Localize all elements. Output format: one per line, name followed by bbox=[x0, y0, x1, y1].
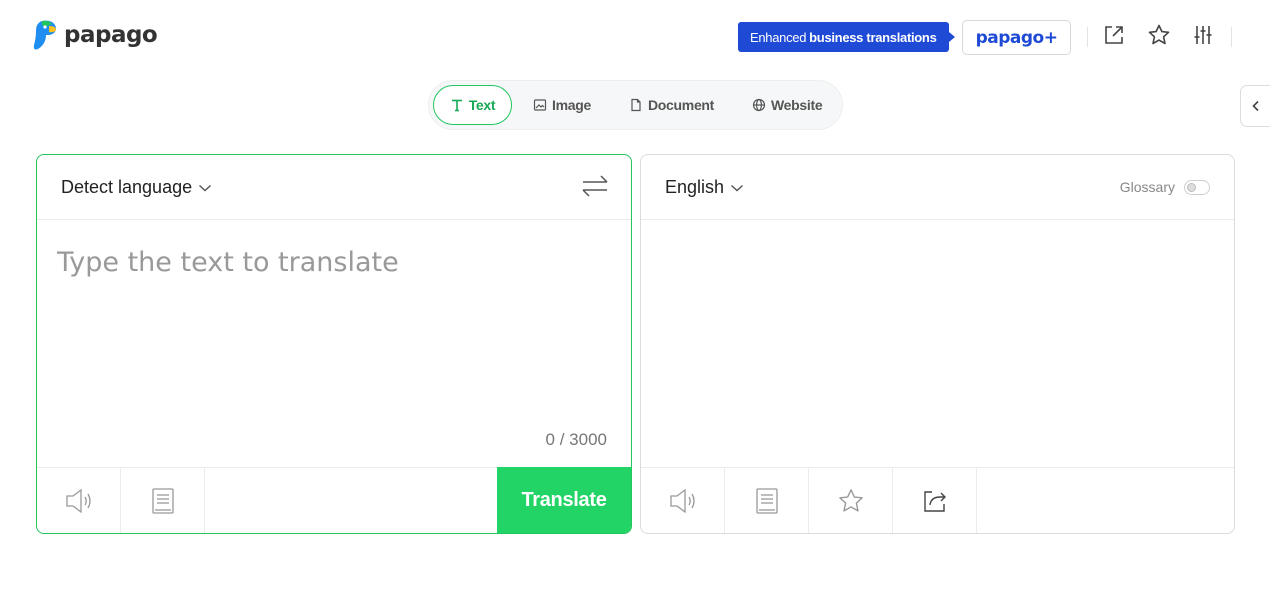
tab-text[interactable]: Text bbox=[433, 85, 512, 125]
speaker-icon bbox=[669, 488, 695, 513]
source-panel-header: Detect language bbox=[37, 155, 631, 220]
promo-bold-text: business translations bbox=[809, 29, 937, 45]
tab-website[interactable]: Website bbox=[752, 85, 823, 125]
translation-output bbox=[661, 235, 1214, 455]
promo-prefix: Enhanced bbox=[750, 29, 807, 45]
source-language-label: Detect language bbox=[61, 177, 193, 197]
source-listen-button[interactable] bbox=[37, 468, 121, 533]
star-icon[interactable] bbox=[1146, 22, 1172, 48]
open-new-window-icon[interactable] bbox=[1101, 22, 1127, 48]
settings-sliders-icon[interactable] bbox=[1190, 22, 1216, 48]
copy-document-icon bbox=[151, 487, 174, 514]
image-icon bbox=[533, 99, 547, 111]
target-share-button[interactable] bbox=[893, 468, 977, 533]
mode-tabs: Text Image Document Website bbox=[428, 80, 843, 130]
target-copy-button[interactable] bbox=[725, 468, 809, 533]
tab-label: Image bbox=[552, 97, 591, 113]
header-divider bbox=[1087, 27, 1088, 47]
papago-parrot-icon bbox=[33, 20, 56, 50]
target-panel: English Glossary bbox=[640, 154, 1235, 534]
star-icon bbox=[838, 488, 863, 512]
chevron-down-icon bbox=[731, 184, 744, 191]
target-panel-header: English Glossary bbox=[641, 155, 1234, 220]
business-translations-promo[interactable]: Enhanced business translations bbox=[738, 22, 955, 52]
papago-plus-button[interactable]: papago+ bbox=[962, 20, 1071, 55]
toggle-knob bbox=[1187, 182, 1196, 192]
source-panel: Detect language 0 / 3000 bbox=[36, 154, 632, 534]
target-language-label: English bbox=[665, 177, 725, 197]
chevron-left-icon bbox=[1252, 100, 1259, 112]
globe-icon bbox=[752, 98, 766, 112]
target-favorite-button[interactable] bbox=[809, 468, 893, 533]
target-listen-button[interactable] bbox=[641, 468, 725, 533]
tab-image[interactable]: Image bbox=[533, 85, 591, 125]
logo-text: papago bbox=[64, 22, 158, 48]
chevron-down-icon bbox=[199, 184, 212, 191]
side-panel-toggle[interactable] bbox=[1240, 85, 1270, 127]
tab-document[interactable]: Document bbox=[629, 85, 714, 125]
character-counter: 0 / 3000 bbox=[545, 430, 607, 449]
share-icon bbox=[923, 490, 946, 512]
glossary-label: Glossary bbox=[1119, 179, 1175, 195]
source-copy-button[interactable] bbox=[121, 468, 205, 533]
tab-label: Document bbox=[648, 97, 715, 113]
translate-button[interactable]: Translate bbox=[497, 467, 631, 533]
tab-label: Website bbox=[771, 97, 823, 113]
header-divider bbox=[1231, 27, 1232, 47]
speaker-icon bbox=[65, 488, 91, 513]
source-text-input[interactable] bbox=[57, 247, 597, 278]
swap-arrows-icon bbox=[582, 175, 608, 197]
glossary-toggle[interactable] bbox=[1184, 179, 1210, 195]
document-icon bbox=[631, 98, 641, 112]
target-language-select[interactable]: English bbox=[665, 177, 744, 198]
text-icon bbox=[451, 99, 462, 112]
glossary-control: Glossary bbox=[1120, 179, 1210, 195]
source-panel-footer: Translate bbox=[37, 467, 631, 533]
target-panel-footer bbox=[641, 467, 1234, 533]
copy-document-icon bbox=[755, 487, 778, 514]
tab-label: Text bbox=[468, 97, 496, 113]
source-language-select[interactable]: Detect language bbox=[61, 177, 212, 198]
papago-logo[interactable]: papago bbox=[32, 18, 158, 52]
swap-languages-button[interactable] bbox=[581, 173, 609, 204]
